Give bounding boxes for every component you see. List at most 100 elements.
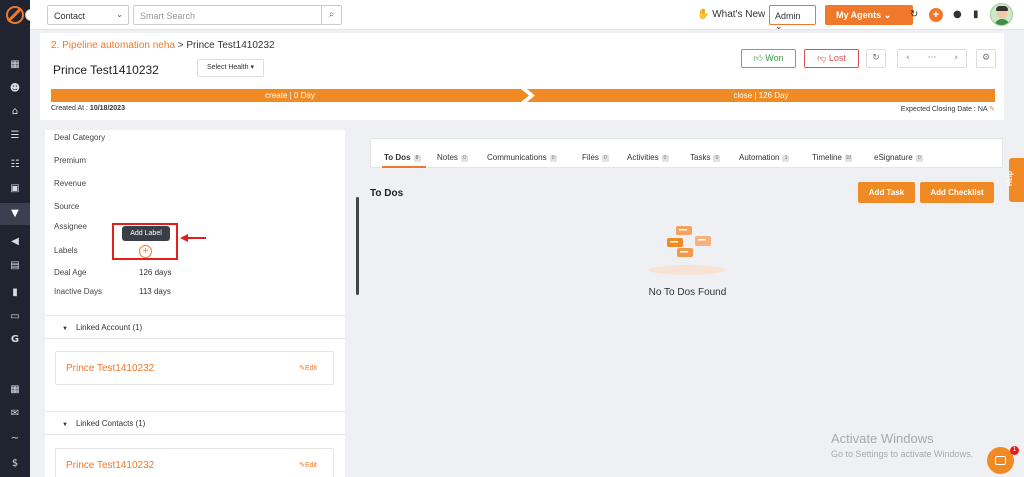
tab-count: 0 xyxy=(460,155,468,162)
health-select-label: Select Health xyxy=(206,64,249,71)
reports-icon[interactable]: ▮ xyxy=(9,287,21,299)
active-tab-indicator xyxy=(382,166,426,168)
document-icon[interactable]: ▤ xyxy=(9,260,21,272)
google-icon[interactable]: G xyxy=(9,334,21,346)
add-label-button[interactable]: + xyxy=(139,245,152,258)
my-agents-label: My Agents xyxy=(836,10,882,20)
tab-label: Communications xyxy=(487,153,547,162)
search-input[interactable]: Smart Search xyxy=(133,5,321,25)
stage-progress-bar: create | 0 Day close | 126 Day xyxy=(51,89,995,102)
role-select[interactable]: Admin ⌄ xyxy=(769,5,816,31)
refresh-icon: ↻ xyxy=(872,53,880,63)
whats-new-link[interactable]: ✋ What's New xyxy=(697,9,765,20)
accounts-icon[interactable]: ⌂ xyxy=(9,106,21,118)
calendar-icon[interactable]: ▦ xyxy=(9,384,21,396)
linked-account-card: Prince Test1410232 ✎Edit xyxy=(55,351,334,385)
more-options[interactable]: ··· xyxy=(928,53,937,63)
chevron-down-icon: ⌄ xyxy=(883,10,892,20)
linked-contact-name[interactable]: Prince Test1410232 xyxy=(66,460,154,471)
windows-watermark-subtitle: Go to Settings to activate Windows. xyxy=(831,449,974,459)
notification-bell-icon[interactable]: ● xyxy=(953,9,962,21)
edit-link[interactable]: ✎Edit xyxy=(299,364,317,372)
tab-count: 0 xyxy=(915,155,923,162)
stage-create[interactable]: create | 0 Day xyxy=(51,89,529,102)
breadcrumb: 2. Pipeline automation neha > Prince Tes… xyxy=(51,40,275,51)
user-avatar[interactable] xyxy=(990,3,1013,26)
list-icon[interactable]: ☰ xyxy=(9,130,21,142)
folder-icon[interactable]: ▭ xyxy=(9,311,21,323)
tab-activities[interactable]: Activities 0 xyxy=(627,153,669,162)
tab-files[interactable]: Files 0 xyxy=(582,153,609,162)
tab-tasks[interactable]: Tasks 0 xyxy=(690,153,721,162)
quick-add-icon[interactable]: + xyxy=(929,8,943,22)
refresh-icon[interactable]: ↻ xyxy=(910,9,918,21)
mail-icon[interactable]: ✉ xyxy=(9,408,21,420)
linked-contact-card: Prince Test1410232 ✎Edit xyxy=(55,448,334,477)
linked-account-title: Linked Account (1) xyxy=(75,323,143,332)
chat-icon xyxy=(995,456,1006,465)
linked-contacts-header[interactable]: ▼ Linked Contacts (1) xyxy=(45,411,345,435)
breadcrumb-pipeline-link[interactable]: 2. Pipeline automation neha xyxy=(51,40,175,51)
won-button[interactable]: 👍︎ Won xyxy=(741,49,796,68)
context-select-value: Contact xyxy=(54,11,86,21)
record-navigator: ‹ ··· › xyxy=(897,49,967,68)
tab-automation[interactable]: Automation 1 xyxy=(739,153,790,162)
tab-count: 0 xyxy=(661,155,669,162)
settings-button[interactable]: ⚙ xyxy=(976,49,996,68)
pipeline-icon[interactable]: ▼ xyxy=(9,208,21,220)
tab-label: Automation xyxy=(739,153,780,162)
edit-link[interactable]: ✎Edit xyxy=(299,461,317,469)
contacts-icon[interactable]: ☻ xyxy=(9,83,21,95)
deal-age-value: 126 days xyxy=(139,268,172,277)
caret-down-icon: ▼ xyxy=(62,422,68,428)
chat-unread-badge: 1 xyxy=(1010,446,1019,455)
tab-notes[interactable]: Notes 0 xyxy=(437,153,468,162)
tab-to-dos[interactable]: To Dos 0 xyxy=(384,153,421,162)
signature-icon[interactable]: ~ xyxy=(9,433,21,445)
megaphone-icon[interactable]: ◀ xyxy=(9,236,21,248)
field-label: Source xyxy=(54,202,80,211)
tab-count: 0 xyxy=(413,155,421,162)
tab-esignature[interactable]: eSignature 0 xyxy=(874,153,923,162)
add-task-button[interactable]: Add Task xyxy=(858,182,915,203)
add-checklist-button[interactable]: Add Checklist xyxy=(920,182,994,203)
field-label: Premium xyxy=(54,156,87,165)
whats-new-label: What's New xyxy=(712,9,766,20)
tab-count: 0 xyxy=(601,155,609,162)
reload-button[interactable]: ↻ xyxy=(866,49,886,68)
tab-label: Activities xyxy=(627,153,659,162)
stage-close[interactable]: close | 126 Day xyxy=(527,89,995,102)
field-label: Revenue xyxy=(54,179,87,188)
chevron-down-icon: ⌄ xyxy=(775,21,783,31)
field-label: Labels xyxy=(54,246,78,255)
lost-button[interactable]: 👎︎ Lost xyxy=(804,49,859,68)
linked-contacts-title: Linked Contacts (1) xyxy=(75,419,146,428)
tab-count: 0 xyxy=(549,155,557,162)
contact-book-icon[interactable]: ▣ xyxy=(9,183,21,195)
panel-scrollbar[interactable] xyxy=(356,197,359,295)
contact-card-icon[interactable]: ☷ xyxy=(9,159,21,171)
caret-down-icon: ▼ xyxy=(62,326,68,332)
linked-account-name[interactable]: Prince Test1410232 xyxy=(66,363,154,374)
help-tab[interactable]: Help xyxy=(1007,158,1024,202)
my-agents-button[interactable]: My Agents ⌄ xyxy=(825,5,913,25)
top-header: Contact ⌄ Smart Search ⌕ ✋ What's New Ad… xyxy=(30,0,1024,31)
tab-timeline[interactable]: Timeline 10 xyxy=(812,153,852,162)
search-button[interactable]: ⌕ xyxy=(321,5,342,25)
chevron-down-icon: ⌄ xyxy=(116,10,123,19)
health-select[interactable]: Select Health ▾ xyxy=(197,59,264,77)
search-icon: ⌕ xyxy=(328,9,335,20)
linked-account-header[interactable]: ▼ Linked Account (1) xyxy=(45,315,345,339)
context-select[interactable]: Contact ⌄ xyxy=(47,5,129,25)
billing-icon[interactable]: $ xyxy=(9,458,21,470)
dashboard-icon[interactable]: ▦ xyxy=(9,59,21,71)
hand-wave-icon: ✋ xyxy=(697,9,710,20)
next-record-icon[interactable]: › xyxy=(954,50,958,67)
prev-record-icon[interactable]: ‹ xyxy=(906,50,910,67)
gear-icon: ⚙ xyxy=(981,53,991,63)
annotation-arrow-icon xyxy=(180,234,206,242)
edit-pencil-icon[interactable]: ✎ xyxy=(989,106,995,113)
tab-count: 10 xyxy=(844,155,852,162)
notes-icon[interactable]: ▮ xyxy=(973,9,979,21)
tab-communications[interactable]: Communications 0 xyxy=(487,153,557,162)
